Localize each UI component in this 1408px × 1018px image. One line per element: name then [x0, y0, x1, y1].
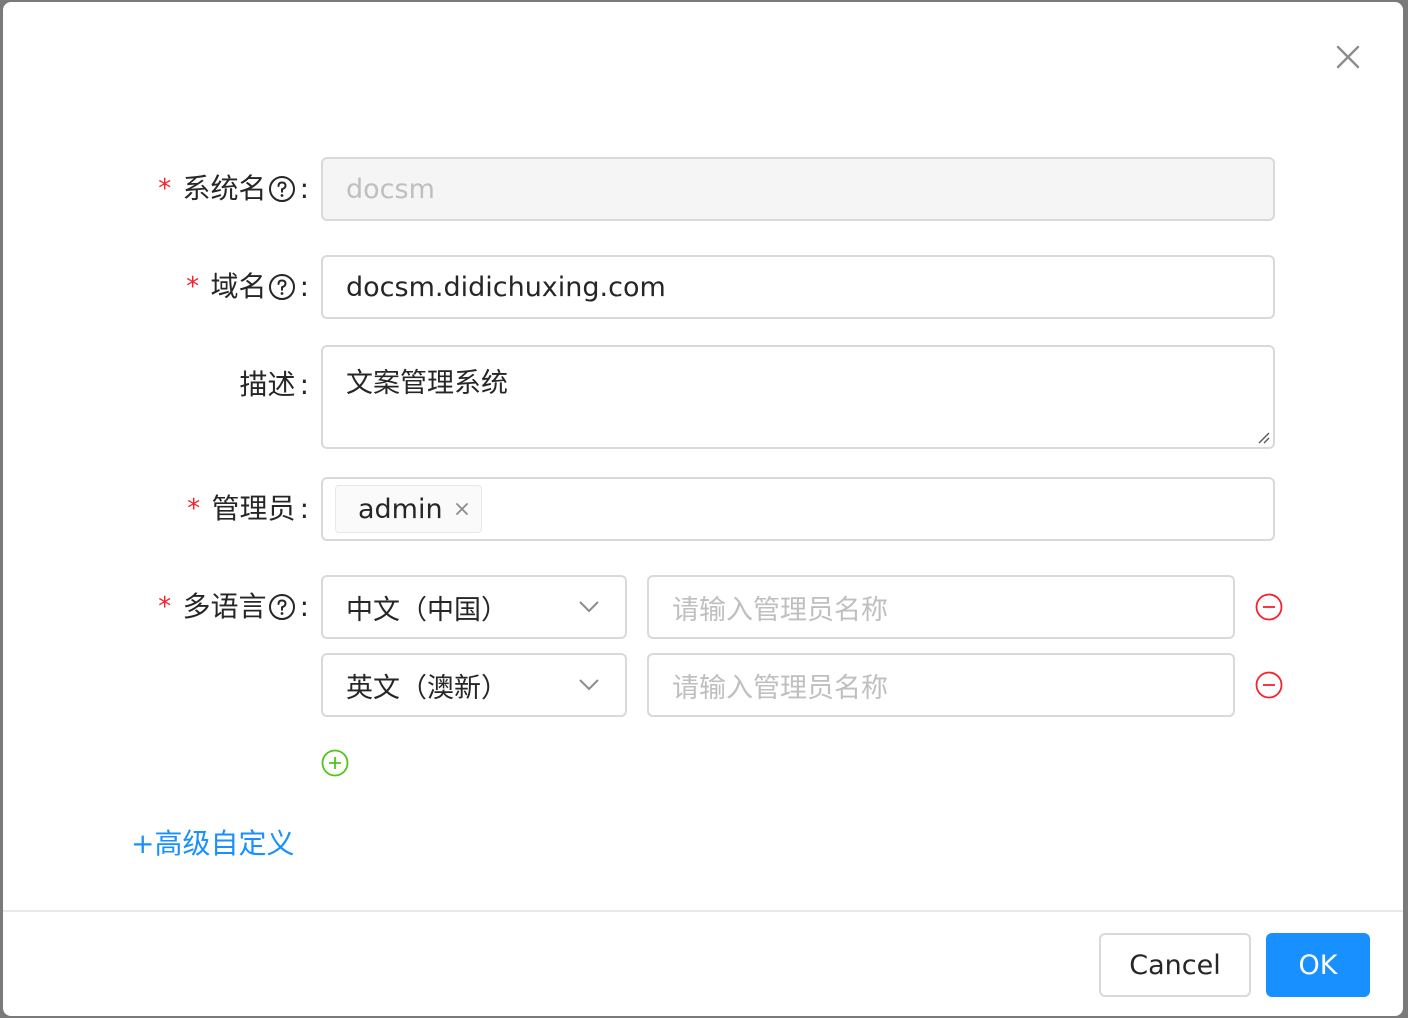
ok-button-label: OK [1298, 949, 1338, 981]
question-circle-icon[interactable] [268, 593, 296, 621]
language-label-text: 多语言 [182, 590, 267, 623]
language-admin-placeholder: 请输入管理员名称 [672, 594, 888, 626]
language-admin-input-2[interactable]: 请输入管理员名称 [647, 653, 1235, 717]
admin-tag: admin [335, 485, 482, 533]
system-name-label: * 系统名 : [103, 169, 309, 209]
admin-label-text: 管理员 [211, 492, 296, 525]
plus-circle-icon[interactable] [321, 749, 349, 777]
question-circle-icon[interactable] [268, 175, 296, 203]
modal-dialog: * 系统名 : docsm * 域名 : docsm.didichuxing.c… [3, 2, 1403, 1016]
language-admin-input-1[interactable]: 请输入管理员名称 [647, 575, 1235, 639]
advanced-custom-link[interactable]: +高级自定义 [131, 822, 294, 862]
colon: : [299, 368, 309, 401]
domain-label: * 域名 : [103, 267, 309, 307]
language-select-value: 英文（澳新） [346, 672, 508, 704]
question-circle-icon[interactable] [268, 273, 296, 301]
minus-circle-icon[interactable] [1255, 593, 1283, 621]
tag-close-icon[interactable] [455, 502, 469, 516]
chevron-down-icon [579, 679, 599, 691]
cancel-button[interactable]: Cancel [1099, 933, 1251, 997]
minus-circle-icon[interactable] [1255, 671, 1283, 699]
domain-label-text: 域名 [210, 270, 267, 303]
language-admin-placeholder: 请输入管理员名称 [672, 672, 888, 704]
language-select-2[interactable]: 英文（澳新） [321, 653, 627, 717]
resize-handle-icon[interactable] [1256, 430, 1270, 444]
required-mark: * [184, 272, 201, 302]
colon: : [299, 590, 309, 623]
admin-select[interactable]: admin [321, 477, 1275, 541]
chevron-down-icon [579, 601, 599, 613]
description-label: 描述 : [103, 365, 309, 405]
ok-button[interactable]: OK [1266, 933, 1370, 997]
close-icon [1336, 45, 1360, 69]
cancel-button-label: Cancel [1129, 949, 1221, 981]
close-button[interactable] [1329, 38, 1367, 76]
footer-divider [3, 910, 1403, 912]
colon: : [299, 172, 309, 205]
required-mark: * [156, 592, 173, 622]
admin-label: * 管理员 : [103, 489, 309, 529]
system-name-value: docsm [346, 173, 435, 205]
colon: : [299, 270, 309, 303]
system-name-input[interactable]: docsm [321, 157, 1275, 221]
domain-value: docsm.didichuxing.com [346, 271, 666, 303]
system-name-label-text: 系统名 [182, 172, 267, 205]
description-textarea[interactable]: 文案管理系统 [321, 345, 1275, 449]
colon: : [299, 492, 309, 525]
required-mark: * [156, 174, 173, 204]
language-label: * 多语言 : [103, 587, 309, 627]
admin-tag-label: admin [358, 493, 443, 525]
description-value: 文案管理系统 [346, 368, 508, 399]
description-label-text: 描述 [239, 368, 296, 401]
domain-input[interactable]: docsm.didichuxing.com [321, 255, 1275, 319]
language-select-1[interactable]: 中文（中国） [321, 575, 627, 639]
required-mark: * [185, 494, 202, 524]
language-select-value: 中文（中国） [346, 594, 508, 626]
